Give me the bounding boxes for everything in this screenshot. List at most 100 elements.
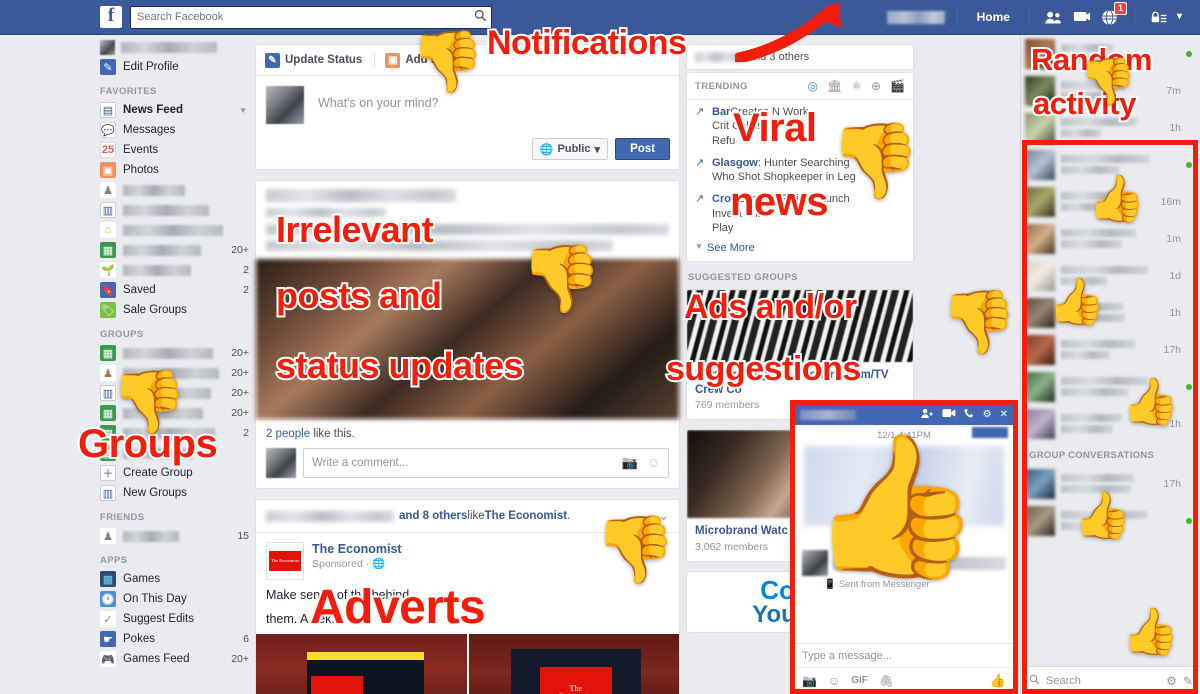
composer-tab-update-status-label: Update Status (285, 54, 363, 66)
search-box[interactable] (130, 5, 492, 29)
sidebar-item-messages[interactable]: 💬 Messages (100, 120, 255, 140)
trending-politics-icon[interactable]: 🏛 (827, 79, 842, 93)
sidebar-item-count: 20+ (231, 367, 249, 379)
facebook-logo-icon[interactable]: f (100, 6, 122, 28)
economist-cover-2[interactable]: TheEconomist (468, 634, 679, 694)
composer-tab-update-status[interactable]: ✎ Update Status (265, 52, 372, 68)
trending-all-icon[interactable]: ◎ (808, 79, 818, 93)
sidebar-item-games-feed[interactable]: 🎮 Games Feed 20+ (100, 649, 255, 669)
sidebar-item-count: 15 (237, 530, 249, 542)
trending-title: TRENDING (695, 80, 748, 92)
annotation-irrelevant-line3: status updates (274, 345, 526, 386)
sidebar-item-blurred[interactable]: ♟ 15 (100, 526, 255, 546)
post-button[interactable]: Post (615, 138, 670, 160)
sidebar-item-label (123, 264, 191, 276)
sidebar-item-blurred[interactable]: ▦ 20+ (100, 343, 255, 363)
sidebar-item-news-feed[interactable]: ▤ News Feed ▼ (100, 100, 255, 120)
photo-icon: ▣ (385, 52, 401, 68)
annotation-thumbs-down-irrelevant: 👎 (520, 241, 603, 315)
nav-divider-2 (1028, 7, 1030, 27)
sidebar-item-label: New Groups (123, 487, 187, 499)
sidebar-item-blurred[interactable]: ⌂ (100, 220, 255, 240)
chevron-down-icon[interactable]: ▼ (239, 106, 255, 115)
sidebar-item-label: Suggest Edits (123, 613, 194, 625)
friend-requests-icon[interactable] (1040, 3, 1068, 31)
sidebar-item-count: 20+ (231, 407, 249, 419)
sidebar-item-label: On This Day (123, 593, 187, 605)
account-menu-caret[interactable]: ▾ (1173, 3, 1186, 31)
sidebar-item-blurred[interactable]: ▦ 20+ (100, 240, 255, 260)
sidebar-item-blurred[interactable]: ♟ (100, 180, 255, 200)
sidebar-item-edit-profile[interactable]: ✎ Edit Profile (100, 57, 255, 77)
chevron-down-icon: ▼ (695, 242, 703, 252)
sidebar-item-blurred[interactable]: ▥ (100, 200, 255, 220)
search-input[interactable] (131, 6, 469, 28)
page-avatar[interactable]: The Economist (266, 542, 304, 580)
economist-cover-1[interactable] (256, 634, 467, 694)
annotation-adverts: Adverts (308, 581, 488, 634)
sidebar-nav-list: ✎ Edit Profile FAVORITES ▤ News Feed ▼ 💬 Messag… (100, 35, 255, 669)
comment-input[interactable]: Write a comment... 📷 ☺ (303, 448, 669, 478)
sticker-smiley-icon[interactable]: ☺ (647, 455, 660, 471)
post-2-page-name[interactable]: The Economist (312, 542, 402, 556)
sidebar-item-sale-groups[interactable]: 🏷 Sale Groups (100, 300, 255, 320)
sidebar-item-label (123, 530, 179, 542)
trending-story-name: Glasgow (712, 156, 758, 169)
sidebar-item-suggest-edits[interactable]: ✓ Suggest Edits (100, 609, 255, 629)
post-1-likes-count[interactable]: 2 people (266, 428, 310, 440)
privacy-lock-icon[interactable] (1145, 3, 1173, 31)
search-icon[interactable] (469, 9, 491, 25)
camera-icon[interactable]: 📷 (622, 455, 638, 471)
post-2-others[interactable]: and 8 others (399, 510, 467, 522)
post-2-friend-names[interactable] (266, 510, 394, 522)
annotation-thumbs-up-ticker-3: 👍 (1122, 375, 1180, 427)
sidebar-section-header-groups: GROUPS (100, 329, 144, 340)
post-2-like-word: like (467, 510, 485, 522)
post-1-author[interactable] (266, 189, 456, 202)
trending-sports-icon[interactable]: ⊕ (871, 79, 881, 93)
sidebar-item-label: Sale Groups (123, 304, 187, 316)
avatar (100, 39, 115, 55)
trending-science-icon[interactable]: ⚛ (851, 79, 862, 93)
sidebar-item-photos[interactable]: ▣ Photos (100, 160, 255, 180)
post-2-images[interactable]: TheEconomist (256, 634, 679, 694)
post-2-page-link[interactable]: The Economist (485, 510, 567, 522)
sidebar-item-blurred[interactable]: 🌱 2 (100, 260, 255, 280)
sidebar-item-games[interactable]: ▩ Games (100, 569, 255, 589)
sidebar-item-count: 20+ (231, 244, 249, 256)
audience-selector-button[interactable]: 🌐 Public ▾ (531, 138, 609, 160)
sidebar-item-label: Events (123, 144, 159, 156)
annotation-arrow-notifications (735, 2, 841, 62)
sidebar-item-pokes[interactable]: ☛ Pokes 6 (100, 629, 255, 649)
sidebar-item-create-group[interactable]: ＋ Create Group (100, 463, 255, 483)
sidebar-item-count: 2 (243, 427, 249, 439)
sidebar-item-label: Games Feed (123, 653, 190, 665)
sidebar-item-label (123, 184, 185, 196)
sidebar-profile-link[interactable] (100, 35, 255, 57)
sidebar-item-new-groups[interactable]: ▥ New Groups (100, 483, 255, 503)
group-icon: ▦ (100, 345, 116, 361)
profile-name-label[interactable] (886, 10, 945, 24)
trending-category-tabs: ◎ 🏛 ⚛ ⊕ 🎬 (808, 79, 906, 93)
trending-entertainment-icon[interactable]: 🎬 (890, 79, 905, 93)
online-status-dot (1186, 88, 1192, 94)
sidebar-item-label: Photos (123, 164, 159, 176)
trending-see-more[interactable]: ▼ See More (687, 238, 913, 261)
sidebar-item-saved[interactable]: 🔖 Saved 2 (100, 280, 255, 300)
pokes-icon: ☛ (100, 631, 116, 647)
pencil-icon: ✎ (100, 59, 116, 75)
nav-home-link[interactable]: Home (968, 3, 1019, 31)
sidebar-item-on-this-day[interactable]: 🕐 On This Day (100, 589, 255, 609)
facebook-annotated-screenshot: f Home 1 ▾ (0, 0, 1200, 694)
globe-notifications-icon[interactable]: 1 (1096, 2, 1127, 31)
post-2-sponsored-label: Sponsored · 🌐 (312, 558, 386, 570)
sidebar-item-count: 6 (243, 633, 249, 645)
annotation-thumbs-up-ticker-4: 👍 (1074, 489, 1132, 541)
sidebar-item-label: Messages (123, 124, 176, 136)
plant-icon: 🌱 (100, 262, 116, 278)
post-1-like-bar: 2 people like this. (256, 419, 679, 448)
sidebar-item-events[interactable]: 25 Events (100, 140, 255, 160)
messages-icon[interactable] (1068, 3, 1096, 31)
annotation-thumbs-down-ads: 👎 (940, 288, 1018, 357)
post-1-comment-row: Write a comment... 📷 ☺ (256, 448, 679, 488)
